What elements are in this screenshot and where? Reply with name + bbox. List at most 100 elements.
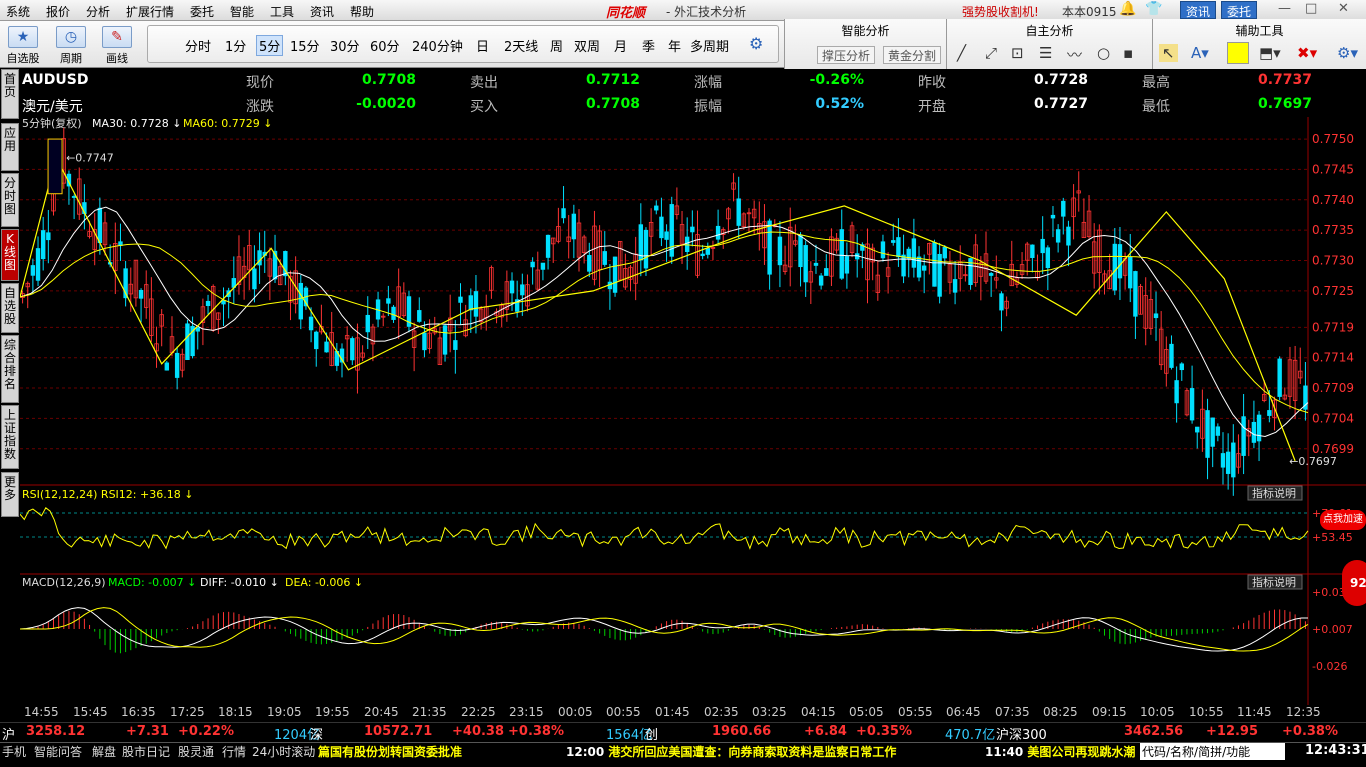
high-label: ←0.7747 — [66, 151, 114, 164]
index-item-16: 3462.56 — [1124, 724, 1184, 739]
rect-tool-icon[interactable]: ⊡ — [1011, 44, 1024, 62]
info-label-row2-4: 最低 — [1142, 99, 1170, 115]
news-button[interactable]: 资讯 — [1180, 1, 1217, 19]
period-1[interactable]: 1分 — [225, 36, 246, 55]
candle-body — [205, 300, 211, 306]
menu-item-0[interactable]: 系统 — [6, 3, 30, 20]
candle-body — [1112, 243, 1118, 291]
text-tool-icon[interactable]: A▾ — [1191, 44, 1209, 62]
period-7[interactable]: 日 — [476, 36, 489, 55]
bell-icon[interactable]: 🔔 — [1119, 1, 1136, 17]
draw-line-button[interactable]: ✎ 画线 — [98, 24, 136, 66]
color-swatch[interactable] — [1227, 42, 1249, 64]
candle-body — [561, 208, 566, 219]
tab-3[interactable]: K线图 — [1, 229, 19, 281]
menu-item-8[interactable]: 帮助 — [350, 3, 374, 20]
maximize-button[interactable]: □ — [1305, 1, 1317, 16]
period-4[interactable]: 30分 — [330, 36, 360, 55]
period-2[interactable]: 5分 — [256, 35, 284, 56]
status-tab-3[interactable]: 股市日记 — [122, 743, 170, 760]
gear-icon[interactable]: ⚙ — [749, 34, 763, 53]
accelerator-orb[interactable]: 92 — [1342, 560, 1366, 606]
circle-tool-icon[interactable]: ○ — [1097, 44, 1110, 62]
promo-link[interactable]: 强势股收割机! — [962, 3, 1039, 20]
ray-tool-icon[interactable]: ⤢ — [985, 44, 997, 62]
settings-gear-icon[interactable]: ⚙▾ — [1337, 44, 1358, 62]
period-8[interactable]: 2天线 — [504, 36, 538, 55]
candle-body — [901, 254, 906, 277]
period-button[interactable]: ◷ 周期 — [52, 24, 90, 66]
status-tab-5[interactable]: 行情 — [222, 743, 246, 760]
candle-body — [839, 229, 844, 279]
delete-icon[interactable]: ✖▾ — [1297, 44, 1317, 62]
menu-bar: 系统 报价 分析 扩展行情 委托 智能 工具 资讯 帮助 同花顺 - 外汇技术分析 强势股收割机… — [0, 0, 1366, 21]
info-label-row1-0: 现价 — [246, 75, 274, 91]
rsi-label: RSI(12,12,24) RSI12: +36.18 ↓ — [22, 488, 193, 501]
select-stock-button[interactable]: ★ 自选股 — [4, 24, 42, 66]
tab-0[interactable]: 首页 — [1, 69, 19, 119]
candle-body — [1251, 421, 1257, 443]
status-tab-6[interactable]: 24小时滚动 — [252, 743, 315, 760]
period-5[interactable]: 60分 — [370, 36, 400, 55]
candle-body — [659, 216, 664, 239]
status-tab-1[interactable]: 智能问答 — [34, 743, 82, 760]
minimize-button[interactable]: — — [1278, 1, 1291, 16]
period-12[interactable]: 季 — [642, 36, 655, 55]
candle-body — [1045, 247, 1051, 269]
line-tool-icon[interactable]: ╱ — [957, 44, 966, 62]
menu-item-7[interactable]: 资讯 — [310, 3, 334, 20]
period-3[interactable]: 15分 — [290, 36, 320, 55]
channel-tool-icon[interactable]: ☰ — [1039, 44, 1052, 62]
candle-body — [777, 236, 783, 266]
period-6[interactable]: 240分钟 — [412, 36, 463, 55]
candle-body — [911, 238, 917, 268]
candle-body — [1040, 238, 1045, 254]
menu-item-4[interactable]: 委托 — [190, 3, 214, 20]
index-item-0: 沪 — [2, 728, 16, 743]
tab-6[interactable]: 上证指数 — [1, 405, 19, 469]
save-icon[interactable]: ⬒▾ — [1259, 44, 1281, 62]
period-0[interactable]: 分时 — [185, 36, 211, 55]
period-9[interactable]: 周 — [550, 36, 563, 55]
menu-item-2[interactable]: 分析 — [86, 3, 110, 20]
menu-item-6[interactable]: 工具 — [270, 3, 294, 20]
trade-button[interactable]: 委托 — [1221, 1, 1258, 19]
speed-up-bubble[interactable]: 点我加速 — [1320, 510, 1366, 530]
news-ticker-1[interactable]: 篇国有股份划转国资委批准 — [318, 743, 462, 760]
candle-body — [324, 341, 329, 353]
cursor-icon[interactable]: ↖ — [1159, 44, 1178, 62]
time-tick: 16:35 — [121, 705, 156, 719]
candle-body — [221, 300, 226, 305]
period-11[interactable]: 月 — [614, 36, 627, 55]
price-tick: 0.7750 — [1312, 132, 1354, 146]
more-tools-icon[interactable]: ▪ — [1123, 44, 1133, 62]
candle-body — [71, 196, 77, 198]
tab-7[interactable]: 更多 — [1, 472, 19, 517]
kline-chart[interactable]: 0.7750 0.7745 0.7740 0.7735 0.7730 0.7725 0.77… — [20, 117, 1366, 705]
code-search-input[interactable]: 代码/名称/简拼/功能 — [1140, 743, 1285, 760]
status-tab-2[interactable]: 解盘 — [92, 743, 116, 760]
status-tab-0[interactable]: 手机 — [2, 743, 26, 760]
wave-tool-icon[interactable]: 〰 — [1067, 44, 1082, 65]
tab-1[interactable]: 应用 — [1, 123, 19, 171]
tab-4[interactable]: 自选股 — [1, 283, 19, 333]
period-10[interactable]: 双周 — [574, 36, 600, 55]
candle-body — [520, 284, 525, 296]
menu-item-5[interactable]: 智能 — [230, 3, 254, 20]
support-resistance-button[interactable]: 撑压分析 — [817, 46, 876, 64]
news-ticker-2[interactable]: 12:00 港交所回应美国遭查：向券商索取资料是监察日常工作 — [566, 743, 896, 760]
skin-icon[interactable]: 👕 — [1145, 1, 1162, 17]
golden-section-button[interactable]: 黄金分割 — [883, 46, 942, 64]
status-tab-4[interactable]: 股灵通 — [178, 743, 214, 760]
tab-5[interactable]: 综合排名 — [1, 335, 19, 403]
price-tick: 0.7725 — [1312, 284, 1354, 298]
period-14[interactable]: 多周期 — [690, 36, 729, 55]
tab-2[interactable]: 分时图 — [1, 173, 19, 227]
candle-body — [468, 295, 474, 311]
menu-item-3[interactable]: 扩展行情 — [126, 3, 174, 20]
news-ticker-3[interactable]: 11:40 美图公司再现跳水潮 — [985, 743, 1135, 760]
close-button[interactable]: ✕ — [1338, 1, 1349, 16]
menu-item-1[interactable]: 报价 — [46, 3, 70, 20]
period-13[interactable]: 年 — [668, 36, 681, 55]
price-tick: 0.7740 — [1312, 193, 1354, 207]
